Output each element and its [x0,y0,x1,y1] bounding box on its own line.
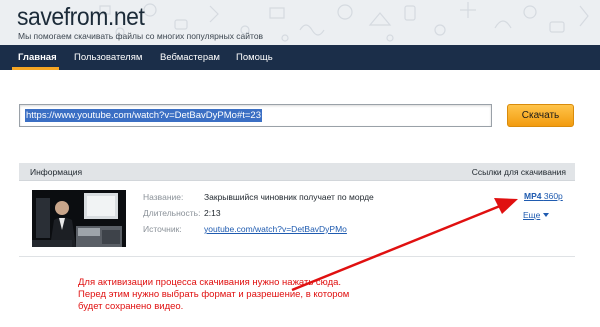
page: savefrom.net Мы помогаем скачивать файлы… [0,0,600,327]
annotation-text: Для активизации процесса скачивания нужн… [78,277,350,312]
